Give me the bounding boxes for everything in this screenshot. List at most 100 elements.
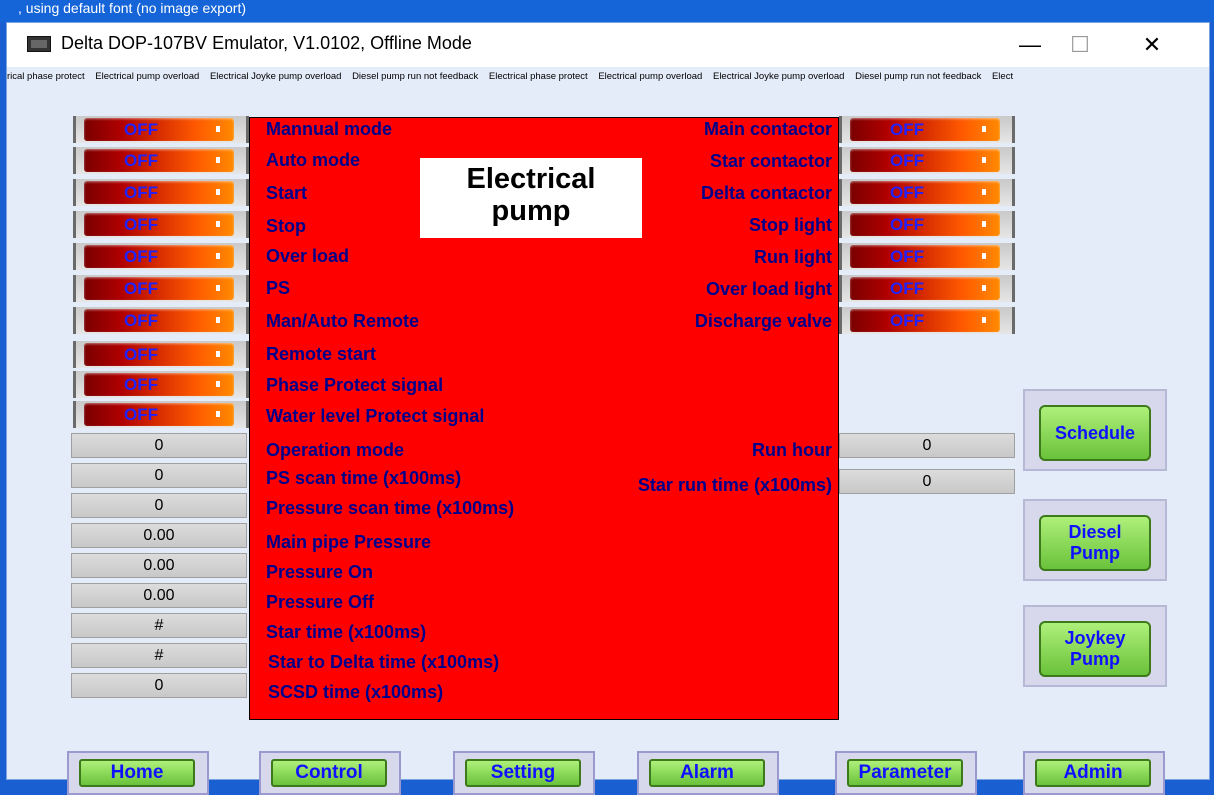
man-auto-remote-switch[interactable]: OFF <box>73 307 249 334</box>
schedule-button[interactable]: Schedule <box>1023 389 1167 471</box>
switch-state: OFF <box>890 120 924 139</box>
marquee-item: Elect <box>991 71 1014 82</box>
top-strip: , using default font (no image export) <box>0 0 1214 22</box>
pressure-on-value[interactable]: 0.00 <box>71 553 247 578</box>
label-over-load: Over load <box>266 246 350 266</box>
panel-title-line2: pump <box>491 195 571 227</box>
diesel-button-line2: Pump <box>1069 543 1120 563</box>
switch-state: OFF <box>890 311 924 330</box>
main-contactor-switch[interactable]: OFF <box>839 116 1015 143</box>
emulator-window: Delta DOP-107BV Emulator, V1.0102, Offli… <box>6 22 1210 795</box>
maximize-button[interactable]: ☐ <box>1051 23 1109 67</box>
star-to-delta-time-value[interactable]: # <box>71 643 247 668</box>
pressure-off-value[interactable]: 0.00 <box>71 583 247 608</box>
nav-home-button[interactable]: Home <box>67 751 209 795</box>
label-man-auto-remote: Man/Auto Remote <box>266 311 419 331</box>
marquee-item: Electrical phase protect <box>488 71 588 82</box>
marquee-item: rical phase protect <box>7 71 85 82</box>
manual-mode-switch[interactable]: OFF <box>73 116 249 143</box>
close-button[interactable]: ✕ <box>1123 23 1181 67</box>
nav-parameter-button[interactable]: Parameter <box>835 751 977 795</box>
remote-start-switch[interactable]: OFF <box>73 341 249 368</box>
alarm-marquee: rical phase protect Electrical pump over… <box>7 67 1209 89</box>
nav-alarm-button[interactable]: Alarm <box>637 751 779 795</box>
label-phase-protect: Phase Protect signal <box>266 375 444 395</box>
switch-state: OFF <box>124 215 158 234</box>
joykey-pump-button[interactable]: Joykey Pump <box>1023 605 1167 687</box>
switch-state: OFF <box>124 183 158 202</box>
star-time-value[interactable]: # <box>71 613 247 638</box>
ps-scan-time-value[interactable]: 0 <box>71 463 247 488</box>
water-level-protect-switch[interactable]: OFF <box>73 401 249 428</box>
nav-home-label: Home <box>79 759 195 787</box>
label-pressure-off: Pressure Off <box>266 592 375 612</box>
label-star-contactor: Star contactor <box>709 151 832 171</box>
label-run-hour: Run hour <box>752 440 832 460</box>
nav-admin-label: Admin <box>1035 759 1151 787</box>
label-star-to-delta-time: Star to Delta time (x100ms) <box>268 652 500 672</box>
main-pipe-pressure-value[interactable]: 0.00 <box>71 523 247 548</box>
scsd-time-value[interactable]: 0 <box>71 673 247 698</box>
label-stop-light: Stop light <box>749 215 832 235</box>
switch-state: OFF <box>890 215 924 234</box>
switch-state: OFF <box>124 279 158 298</box>
discharge-valve-switch[interactable]: OFF <box>839 307 1015 334</box>
schedule-button-label: Schedule <box>1054 422 1136 443</box>
switch-state: OFF <box>124 345 158 364</box>
switch-state: OFF <box>124 375 158 394</box>
star-contactor-switch[interactable]: OFF <box>839 147 1015 174</box>
diesel-button-line1: Diesel <box>1068 522 1122 542</box>
switch-state: OFF <box>124 247 158 266</box>
top-strip-text: , using default font (no image export) <box>18 0 247 16</box>
label-ps-scan-time: PS scan time (x100ms) <box>266 468 462 488</box>
label-star-time: Star time (x100ms) <box>266 622 427 642</box>
auto-mode-switch[interactable]: OFF <box>73 147 249 174</box>
marquee-item: Electrical pump overload <box>598 71 703 82</box>
marquee-item: Electrical Joyke pump overload <box>209 71 342 82</box>
over-load-switch[interactable]: OFF <box>73 243 249 270</box>
nav-control-button[interactable]: Control <box>259 751 401 795</box>
marquee-item: Diesel pump run not feedback <box>855 71 982 82</box>
label-run-light: Run light <box>754 247 832 267</box>
ps-switch[interactable]: OFF <box>73 275 249 302</box>
label-main-contactor: Main contactor <box>703 119 832 139</box>
nav-control-label: Control <box>271 759 387 787</box>
operation-mode-value[interactable]: 0 <box>71 433 247 458</box>
run-light-switch[interactable]: OFF <box>839 243 1015 270</box>
pressure-scan-time-value[interactable]: 0 <box>71 493 247 518</box>
delta-contactor-switch[interactable]: OFF <box>839 179 1015 206</box>
nav-admin-button[interactable]: Admin <box>1023 751 1165 795</box>
stop-light-switch[interactable]: OFF <box>839 211 1015 238</box>
run-hour-value[interactable]: 0 <box>839 433 1015 458</box>
switch-state: OFF <box>890 247 924 266</box>
switch-state: OFF <box>890 183 924 202</box>
label-ps: PS <box>266 278 291 298</box>
label-over-load-light: Over load light <box>705 279 832 299</box>
label-auto-mode: Auto mode <box>266 150 360 170</box>
window-title: Delta DOP-107BV Emulator, V1.0102, Offli… <box>61 33 472 53</box>
phase-protect-switch[interactable]: OFF <box>73 371 249 398</box>
label-pressure-scan-time: Pressure scan time (x100ms) <box>266 498 515 518</box>
switch-state: OFF <box>890 279 924 298</box>
start-switch[interactable]: OFF <box>73 179 249 206</box>
app-icon <box>27 36 51 52</box>
electrical-pump-panel: Electrical pump Mannual mode Auto mode S… <box>249 117 839 720</box>
label-pressure-on: Pressure On <box>266 562 374 582</box>
label-delta-contactor: Delta contactor <box>700 183 832 203</box>
marquee-item: Electrical pump overload <box>95 71 200 82</box>
diesel-pump-button[interactable]: Diesel Pump <box>1023 499 1167 581</box>
star-run-time-value[interactable]: 0 <box>839 469 1015 494</box>
over-load-light-switch[interactable]: OFF <box>839 275 1015 302</box>
stop-switch[interactable]: OFF <box>73 211 249 238</box>
switch-state: OFF <box>124 405 158 424</box>
switch-state: OFF <box>124 151 158 170</box>
label-water-level-protect: Water level Protect signal <box>266 406 485 426</box>
nav-setting-button[interactable]: Setting <box>453 751 595 795</box>
label-mannual-mode: Mannual mode <box>266 119 393 139</box>
switch-state: OFF <box>890 151 924 170</box>
label-remote-start: Remote start <box>266 344 377 364</box>
joykey-button-line1: Joykey <box>1064 628 1126 648</box>
label-start: Start <box>266 183 308 203</box>
title-bar: Delta DOP-107BV Emulator, V1.0102, Offli… <box>7 23 1209 67</box>
nav-setting-label: Setting <box>465 759 581 787</box>
